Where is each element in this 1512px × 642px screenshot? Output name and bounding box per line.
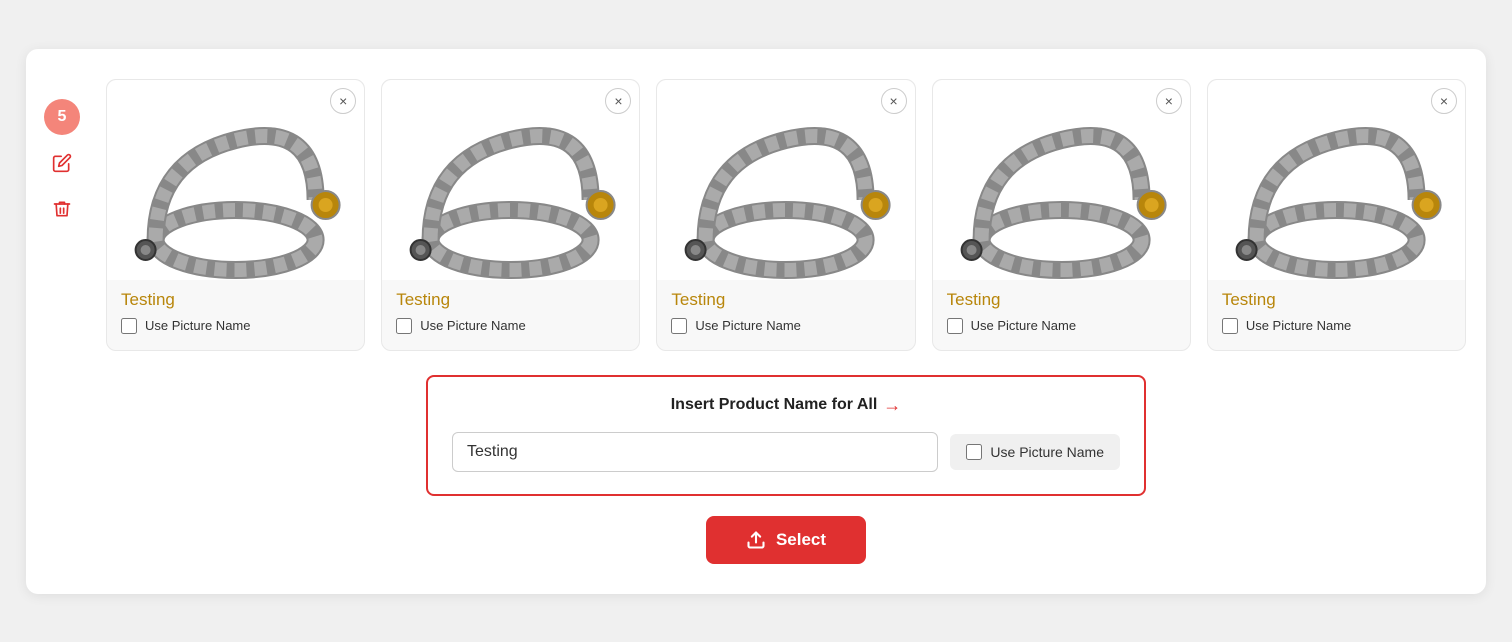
card-3-title: Testing [657,280,914,316]
insert-panel-title-text: Insert Product Name for All [671,396,878,414]
card-5-checkbox-row: Use Picture Name [1208,316,1465,338]
count-badge: 5 [44,99,80,135]
card-3-checkbox-label[interactable]: Use Picture Name [695,318,800,333]
close-card-4[interactable]: × [1156,88,1182,114]
select-button[interactable]: Select [706,516,866,564]
sidebar: 5 [44,99,80,227]
card-3-image [657,80,914,280]
edit-button[interactable] [44,145,80,181]
close-card-2[interactable]: × [605,88,631,114]
main-container: 5 × [26,49,1486,594]
upload-icon [746,530,766,550]
insert-use-picture-name-label[interactable]: Use Picture Name [990,444,1104,460]
insert-panel-arrow: → [883,395,901,416]
card-1-title: Testing [107,280,364,316]
card-4-title: Testing [933,280,1190,316]
insert-use-picture-name-checkbox[interactable] [966,444,982,460]
card-2-checkbox-row: Use Picture Name [382,316,639,338]
card-5-image [1208,80,1465,280]
close-card-3[interactable]: × [881,88,907,114]
card-5: × Testing Use Picture Name [1207,79,1466,351]
card-2-checkbox-label[interactable]: Use Picture Name [420,318,525,333]
card-4-checkbox[interactable] [947,318,963,334]
insert-panel: Insert Product Name for All → Use Pictur… [426,375,1146,496]
card-1-checkbox-label[interactable]: Use Picture Name [145,318,250,333]
insert-product-name-input[interactable] [452,432,938,472]
select-button-wrap: Select [106,516,1466,564]
card-1-checkbox[interactable] [121,318,137,334]
card-4-checkbox-label[interactable]: Use Picture Name [971,318,1076,333]
card-1: × Testing Use Picture Name [106,79,365,351]
insert-checkbox-wrap: Use Picture Name [950,434,1120,470]
cards-row: × Testing Use Picture Name [106,79,1466,351]
card-5-checkbox[interactable] [1222,318,1238,334]
close-card-1[interactable]: × [330,88,356,114]
card-4-checkbox-row: Use Picture Name [933,316,1190,338]
card-5-checkbox-label[interactable]: Use Picture Name [1246,318,1351,333]
card-3-checkbox[interactable] [671,318,687,334]
insert-panel-row: Use Picture Name [452,432,1120,472]
card-1-checkbox-row: Use Picture Name [107,316,364,338]
card-5-title: Testing [1208,280,1465,316]
insert-panel-title: Insert Product Name for All → [452,395,1120,416]
card-3: × Testing Use Picture Name [656,79,915,351]
card-2-title: Testing [382,280,639,316]
select-button-label: Select [776,530,826,550]
close-card-5[interactable]: × [1431,88,1457,114]
card-3-checkbox-row: Use Picture Name [657,316,914,338]
card-4: × Testing Use Picture Name [932,79,1191,351]
card-1-image [107,80,364,280]
card-2: × Testing Use Picture Name [381,79,640,351]
delete-button[interactable] [44,191,80,227]
card-2-image [382,80,639,280]
card-4-image [933,80,1190,280]
card-2-checkbox[interactable] [396,318,412,334]
